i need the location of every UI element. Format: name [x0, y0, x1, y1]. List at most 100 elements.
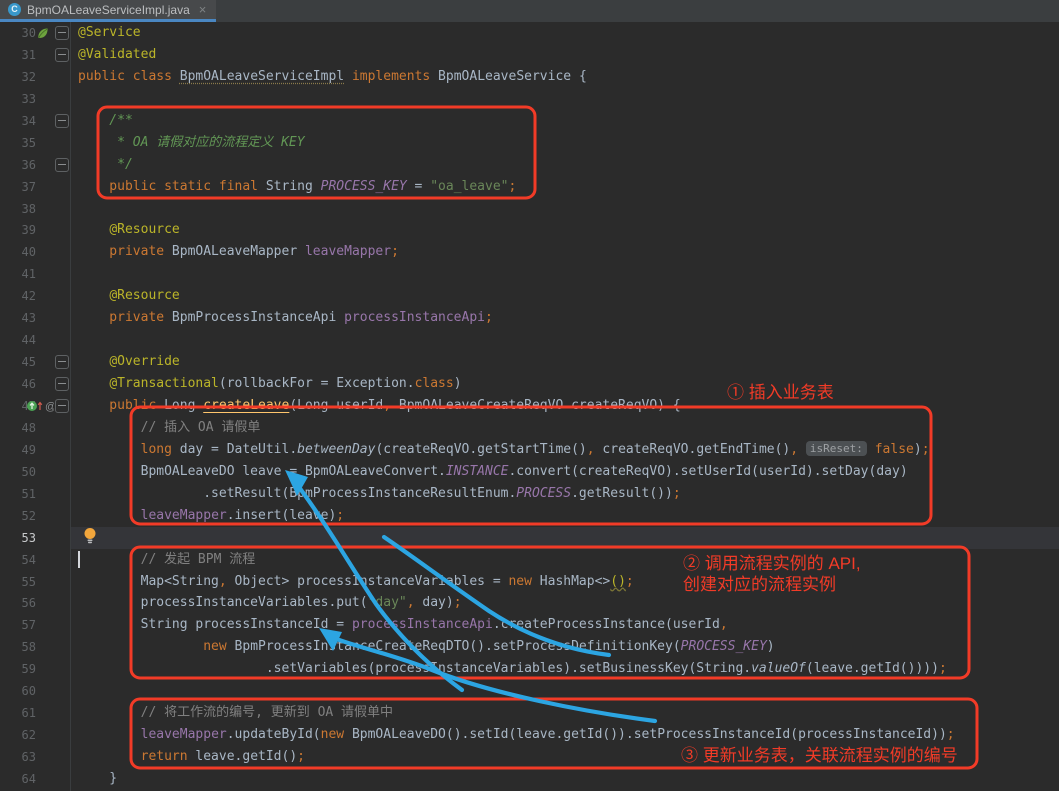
- code-line-49[interactable]: 49 long day = DateUtil.betweenDay(create…: [0, 439, 1059, 461]
- line-number[interactable]: 36: [0, 154, 36, 176]
- line-number[interactable]: 41: [0, 263, 36, 285]
- line-number[interactable]: 40: [0, 241, 36, 263]
- code-line-35[interactable]: 35 * OA 请假对应的流程定义 KEY: [0, 132, 1059, 154]
- code-text: @Override: [78, 351, 180, 373]
- fold-end-icon[interactable]: [55, 158, 69, 172]
- code-line-45[interactable]: 45 @Override: [0, 351, 1059, 373]
- line-number[interactable]: 37: [0, 176, 36, 198]
- fold-collapse-icon[interactable]: [55, 114, 69, 128]
- code-line-39[interactable]: 39 @Resource: [0, 219, 1059, 241]
- code-text: }: [78, 768, 117, 790]
- code-text: // 发起 BPM 流程: [78, 549, 255, 571]
- line-number[interactable]: 49: [0, 439, 36, 461]
- line-number[interactable]: 39: [0, 219, 36, 241]
- line-number[interactable]: 35: [0, 132, 36, 154]
- code-line-53[interactable]: 53: [0, 527, 1059, 549]
- spring-bean-icon[interactable]: [36, 25, 49, 44]
- code-line-46[interactable]: 46 @Transactional(rollbackFor = Exceptio…: [0, 373, 1059, 395]
- code-text: @Resource: [78, 285, 180, 307]
- java-class-icon: C: [8, 3, 21, 16]
- svg-text:@: @: [45, 401, 54, 413]
- code-line-42[interactable]: 42 @Resource: [0, 285, 1059, 307]
- code-line-59[interactable]: 59 .setVariables(processInstanceVariable…: [0, 658, 1059, 680]
- line-number[interactable]: 59: [0, 658, 36, 680]
- line-number[interactable]: 52: [0, 505, 36, 527]
- line-number[interactable]: 63: [0, 746, 36, 768]
- tab-title: BpmOALeaveServiceImpl.java: [27, 3, 190, 17]
- code-line-36[interactable]: 36 */: [0, 154, 1059, 176]
- code-text: String processInstanceId = processInstan…: [78, 614, 728, 636]
- overriding-method-icon[interactable]: @: [26, 398, 54, 417]
- line-number[interactable]: 43: [0, 307, 36, 329]
- line-number[interactable]: 54: [0, 549, 36, 571]
- line-number[interactable]: 42: [0, 285, 36, 307]
- code-line-57[interactable]: 57 String processInstanceId = processIns…: [0, 614, 1059, 636]
- code-text: leaveMapper.insert(leave);: [78, 505, 344, 527]
- line-number[interactable]: 60: [0, 680, 36, 702]
- line-number[interactable]: 64: [0, 768, 36, 790]
- code-line-58[interactable]: 58 new BpmProcessInstanceCreateReqDTO().…: [0, 636, 1059, 658]
- line-number[interactable]: 31: [0, 44, 36, 66]
- callout-3-update-business-table: ③ 更新业务表，关联流程实例的编号: [681, 745, 958, 766]
- code-line-51[interactable]: 51 .setResult(BpmProcessInstanceResultEn…: [0, 483, 1059, 505]
- code-text: public Long createLeave(Long userId, Bpm…: [78, 395, 681, 417]
- current-line-highlight: [71, 527, 1059, 549]
- fold-collapse-icon[interactable]: [55, 399, 69, 413]
- code-text: new BpmProcessInstanceCreateReqDTO().set…: [78, 636, 775, 658]
- close-icon[interactable]: ×: [199, 2, 207, 17]
- line-number[interactable]: 46: [0, 373, 36, 395]
- code-line-31[interactable]: 31@Validated: [0, 44, 1059, 66]
- line-number[interactable]: 62: [0, 724, 36, 746]
- code-line-44[interactable]: 44: [0, 329, 1059, 351]
- code-line-38[interactable]: 38: [0, 198, 1059, 220]
- line-number[interactable]: 53: [0, 527, 36, 549]
- code-text: long day = DateUtil.betweenDay(createReq…: [78, 439, 930, 461]
- tab-bpmoaleaveserviceimpl-java[interactable]: C BpmOALeaveServiceImpl.java ×: [0, 0, 216, 22]
- code-line-50[interactable]: 50 BpmOALeaveDO leave = BpmOALeaveConver…: [0, 461, 1059, 483]
- line-number[interactable]: 33: [0, 88, 36, 110]
- code-text: @Service: [78, 22, 141, 44]
- code-text: BpmOALeaveDO leave = BpmOALeaveConvert.I…: [78, 461, 908, 483]
- code-line-30[interactable]: 30 @Service: [0, 22, 1059, 44]
- line-number[interactable]: 56: [0, 592, 36, 614]
- code-line-56[interactable]: 56 processInstanceVariables.put("day", d…: [0, 592, 1059, 614]
- code-line-54[interactable]: 54 // 发起 BPM 流程: [0, 549, 1059, 571]
- code-line-55[interactable]: 55 Map<String, Object> processInstanceVa…: [0, 571, 1059, 593]
- line-number[interactable]: 45: [0, 351, 36, 373]
- line-number[interactable]: 61: [0, 702, 36, 724]
- lightbulb-icon[interactable]: [82, 527, 98, 548]
- text-caret: [78, 551, 80, 568]
- line-number[interactable]: 48: [0, 417, 36, 439]
- fold-collapse-icon[interactable]: [55, 26, 69, 40]
- fold-collapse-icon[interactable]: [55, 48, 69, 62]
- line-number[interactable]: 32: [0, 66, 36, 88]
- code-line-34[interactable]: 34 /**: [0, 110, 1059, 132]
- code-line-40[interactable]: 40 private BpmOALeaveMapper leaveMapper;: [0, 241, 1059, 263]
- line-number[interactable]: 38: [0, 198, 36, 220]
- code-line-37[interactable]: 37 public static final String PROCESS_KE…: [0, 176, 1059, 198]
- line-number[interactable]: 30: [0, 22, 36, 44]
- line-number[interactable]: 44: [0, 329, 36, 351]
- fold-collapse-icon[interactable]: [55, 355, 69, 369]
- code-line-48[interactable]: 48 // 插入 OA 请假单: [0, 417, 1059, 439]
- code-line-32[interactable]: 32public class BpmOALeaveServiceImpl imp…: [0, 66, 1059, 88]
- code-line-60[interactable]: 60: [0, 680, 1059, 702]
- code-line-43[interactable]: 43 private BpmProcessInstanceApi process…: [0, 307, 1059, 329]
- line-number[interactable]: 55: [0, 571, 36, 593]
- code-editor[interactable]: 30 @Service31@Validated32public class Bpm…: [0, 22, 1059, 791]
- code-text: private BpmOALeaveMapper leaveMapper;: [78, 241, 399, 263]
- code-line-62[interactable]: 62 leaveMapper.updateById(new BpmOALeave…: [0, 724, 1059, 746]
- code-line-33[interactable]: 33: [0, 88, 1059, 110]
- code-line-47[interactable]: 47@ public Long createLeave(Long userId,…: [0, 395, 1059, 417]
- line-number[interactable]: 50: [0, 461, 36, 483]
- code-line-61[interactable]: 61 // 将工作流的编号, 更新到 OA 请假单中: [0, 702, 1059, 724]
- code-line-52[interactable]: 52 leaveMapper.insert(leave);: [0, 505, 1059, 527]
- fold-collapse-icon[interactable]: [55, 377, 69, 391]
- line-number[interactable]: 34: [0, 110, 36, 132]
- code-text: Map<String, Object> processInstanceVaria…: [78, 571, 634, 593]
- line-number[interactable]: 51: [0, 483, 36, 505]
- code-line-64[interactable]: 64 }: [0, 768, 1059, 790]
- code-line-41[interactable]: 41: [0, 263, 1059, 285]
- line-number[interactable]: 57: [0, 614, 36, 636]
- line-number[interactable]: 58: [0, 636, 36, 658]
